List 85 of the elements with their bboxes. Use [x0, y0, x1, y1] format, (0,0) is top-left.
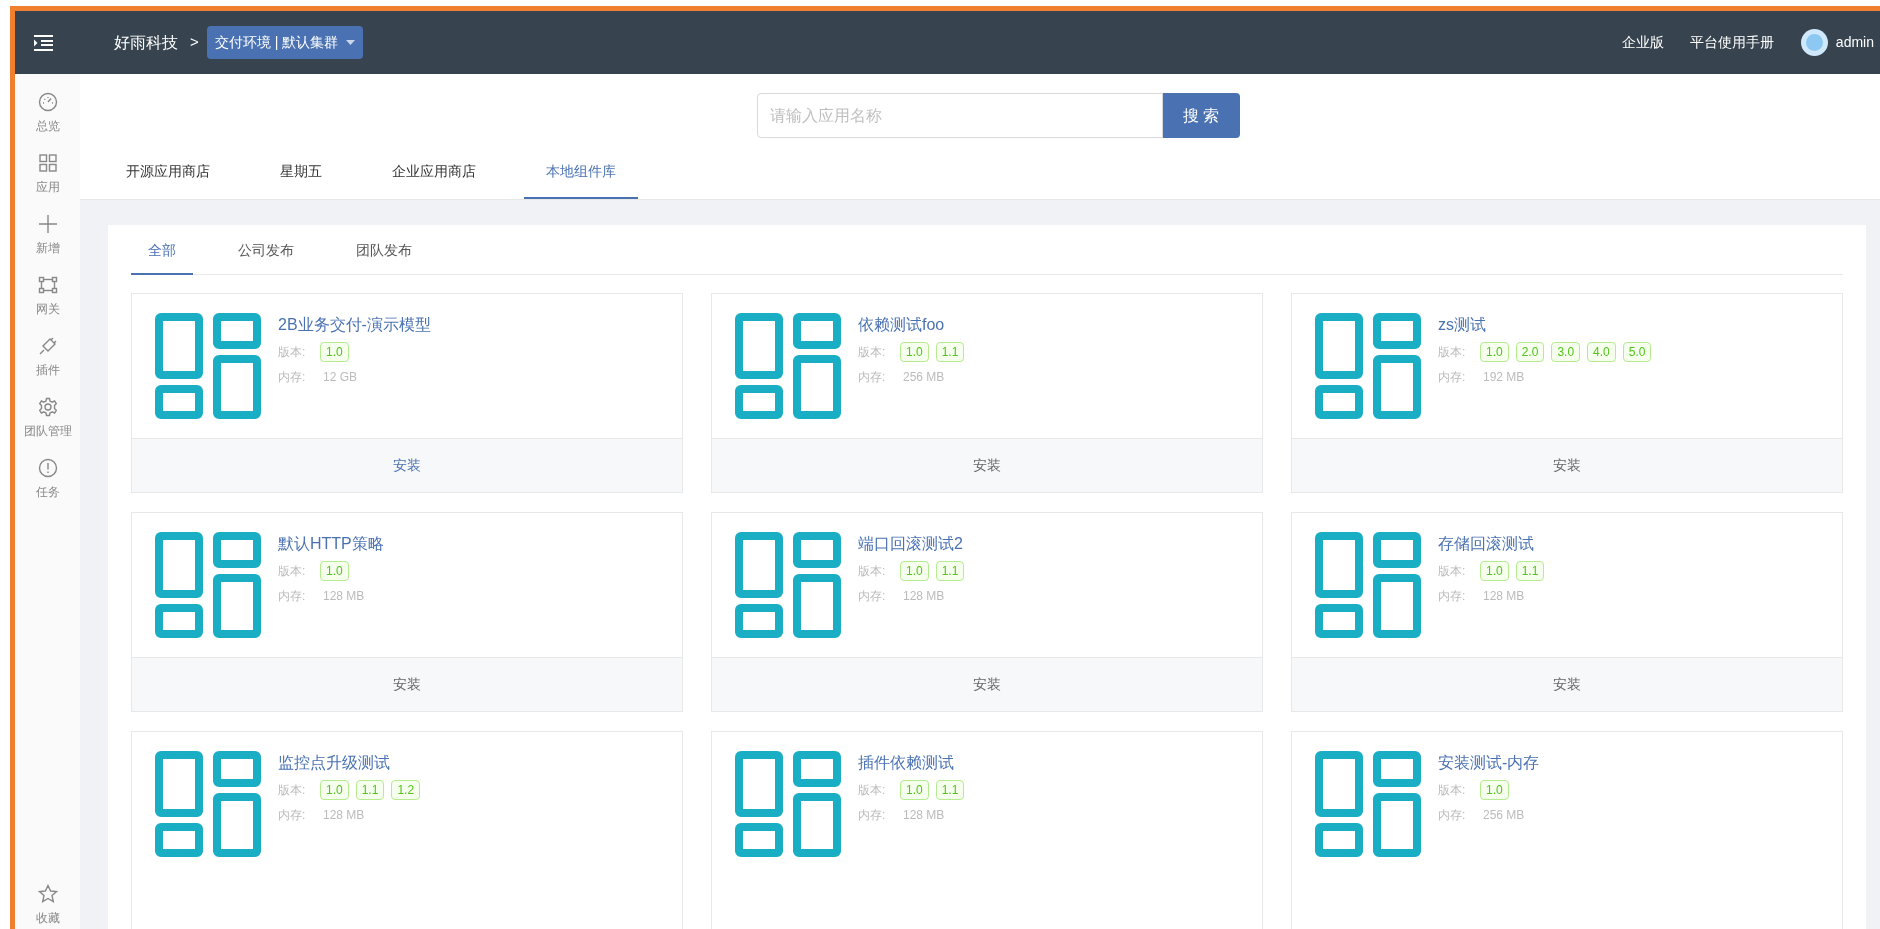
- user-avatar[interactable]: [1800, 29, 1828, 56]
- version-label: 版本:: [278, 344, 307, 361]
- memory-label: 内存:: [1438, 369, 1467, 386]
- memory-label: 内存:: [858, 807, 887, 824]
- memory-label: 内存:: [278, 369, 307, 386]
- search-button[interactable]: 搜 索: [1162, 93, 1240, 138]
- install-button[interactable]: 安装: [132, 438, 682, 492]
- store-tab[interactable]: 本地组件库: [524, 161, 638, 199]
- memory-label: 内存:: [1438, 588, 1467, 605]
- version-label: 版本:: [858, 782, 887, 799]
- exclamation-icon[interactable]: [37, 458, 58, 478]
- app-name-link[interactable]: 依赖测试foo: [858, 314, 965, 336]
- sidebar-item[interactable]: 总览: [35, 117, 60, 135]
- memory-value: 128 MB: [903, 807, 945, 824]
- sidebar-item[interactable]: 插件: [35, 361, 60, 379]
- memory-value: 256 MB: [1483, 807, 1525, 824]
- user-name[interactable]: admin: [1835, 32, 1874, 53]
- install-button[interactable]: 安装: [132, 657, 682, 711]
- search-field[interactable]: 请输入应用名称: [756, 93, 1163, 138]
- app-name-link[interactable]: 存储回滚测试: [1438, 533, 1545, 555]
- settings-icon[interactable]: [37, 397, 58, 417]
- sidebar-item[interactable]: 收藏: [35, 909, 60, 927]
- environment-dropdown[interactable]: 交付环境 | 默认集群: [206, 26, 364, 59]
- gauge-icon[interactable]: [37, 92, 58, 112]
- memory-value: 128 MB: [1483, 588, 1525, 605]
- app-name-link[interactable]: 安装测试-内存: [1438, 752, 1540, 774]
- app-grid-icon: [1315, 313, 1421, 419]
- version-label: 版本:: [1438, 344, 1467, 361]
- app-name-link[interactable]: 插件依赖测试: [858, 752, 965, 774]
- memory-value: 128 MB: [323, 588, 365, 605]
- version-label: 版本:: [278, 563, 307, 580]
- app-grid-icon: [1315, 532, 1421, 638]
- store-tab[interactable]: 企业应用商店: [370, 161, 498, 199]
- memory-value: 128 MB: [323, 807, 365, 824]
- sidebar-item[interactable]: 任务: [35, 483, 60, 501]
- top-link[interactable]: 企业版: [1621, 32, 1664, 53]
- memory-label: 内存:: [278, 807, 307, 824]
- caret-icon: [346, 40, 356, 45]
- app-grid-icon: [1315, 751, 1421, 857]
- memory-value: 12 GB: [323, 369, 358, 386]
- app-grid-icon: [735, 532, 841, 638]
- app-grid-icon: [735, 313, 841, 419]
- app-name-link[interactable]: 监控点升级测试: [278, 752, 421, 774]
- store-tab[interactable]: 开源应用商店: [104, 161, 232, 199]
- memory-label: 内存:: [858, 369, 887, 386]
- app-name-link[interactable]: zs测试: [1438, 314, 1652, 336]
- version-label: 版本:: [1438, 563, 1467, 580]
- install-button[interactable]: 安装: [712, 657, 1262, 711]
- version-label: 版本:: [1438, 782, 1467, 799]
- top-link[interactable]: 平台使用手册: [1689, 32, 1774, 53]
- breadcrumb-separator: >: [190, 32, 199, 53]
- plug-icon[interactable]: [37, 336, 58, 356]
- memory-label: 内存:: [1438, 807, 1467, 824]
- install-button[interactable]: 安装: [712, 438, 1262, 492]
- filter-tab[interactable]: 全部: [131, 240, 193, 275]
- app-grid-icon: [735, 751, 841, 857]
- sidebar-item[interactable]: 应用: [35, 178, 60, 196]
- memory-label: 内存:: [858, 588, 887, 605]
- star-icon[interactable]: [37, 884, 58, 904]
- version-label: 版本:: [858, 344, 887, 361]
- version-label: 版本:: [278, 782, 307, 799]
- install-button[interactable]: 安装: [1292, 438, 1842, 492]
- memory-label: 内存:: [278, 588, 307, 605]
- version-label: 版本:: [858, 563, 887, 580]
- memory-value: 128 MB: [903, 588, 945, 605]
- install-button[interactable]: 安装: [1292, 657, 1842, 711]
- sidebar-item[interactable]: 团队管理: [23, 422, 72, 440]
- app-name-link[interactable]: 2B业务交付-演示模型: [278, 314, 431, 336]
- app-grid-icon: [155, 313, 261, 419]
- app-grid-icon: [155, 532, 261, 638]
- menu-icon[interactable]: [34, 34, 53, 51]
- app-name-link[interactable]: 默认HTTP策略: [278, 533, 384, 555]
- app-name-link[interactable]: 端口回滚测试2: [858, 533, 965, 555]
- sidebar-item[interactable]: 新增: [35, 239, 60, 257]
- filter-tab[interactable]: 公司发布: [221, 240, 311, 275]
- filter-tab[interactable]: 团队发布: [339, 240, 429, 275]
- memory-value: 192 MB: [1483, 369, 1525, 386]
- square-nodes-icon[interactable]: [37, 275, 58, 295]
- grid-icon[interactable]: [37, 153, 58, 173]
- sidebar-item[interactable]: 网关: [35, 300, 60, 318]
- brand-name[interactable]: 好雨科技: [114, 30, 178, 55]
- store-tab[interactable]: 星期五: [258, 161, 344, 199]
- app-grid-icon: [155, 751, 261, 857]
- plus-icon[interactable]: [37, 214, 58, 234]
- memory-value: 256 MB: [903, 369, 945, 386]
